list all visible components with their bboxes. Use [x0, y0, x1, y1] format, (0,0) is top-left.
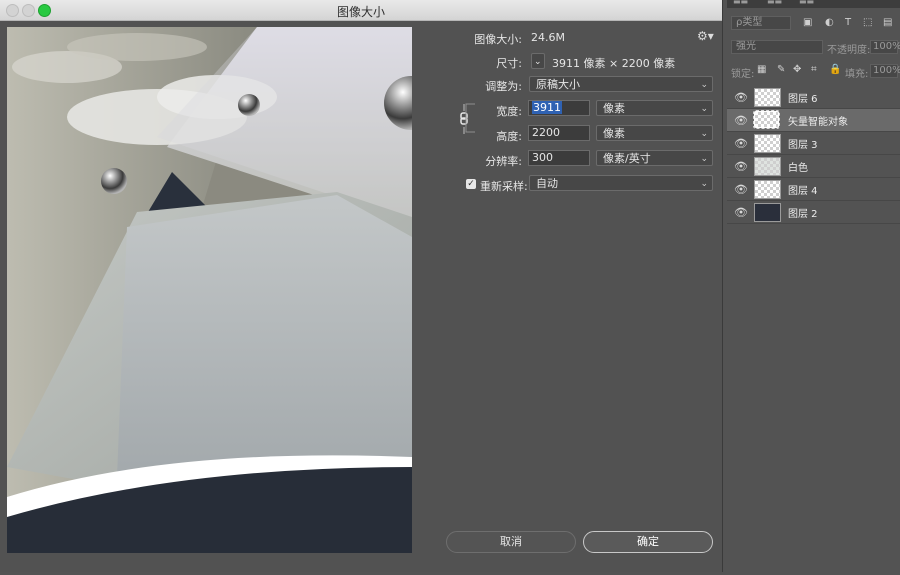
layer-name: 矢量智能对象: [788, 117, 848, 128]
layer-row[interactable]: 👁 图层 2: [727, 201, 900, 224]
image-size-value: 24.6M: [531, 31, 565, 44]
layer-row[interactable]: 👁 图层 4: [727, 178, 900, 201]
dimensions-value: 3911 像素 × 2200 像素: [552, 57, 676, 70]
lock-position-icon[interactable]: ✥: [793, 64, 801, 75]
dimensions-unit-dropdown[interactable]: ⌄: [531, 53, 545, 69]
image-preview[interactable]: [7, 27, 412, 553]
layer-filter-select[interactable]: ρ类型: [731, 16, 791, 30]
eye-icon[interactable]: 👁: [734, 183, 748, 196]
height-value: 2200: [532, 126, 560, 139]
settings-gear-icon[interactable]: ⚙▾: [697, 29, 714, 43]
resample-select[interactable]: 自动 ⌄: [529, 175, 713, 191]
blend-mode-select[interactable]: 强光: [731, 40, 823, 54]
layer-filter-value: ρ类型: [736, 17, 763, 28]
resolution-unit-select[interactable]: 像素/英寸 ⌄: [596, 150, 713, 166]
panel-tabs: ▬▬ ▬▬ ▬▬: [727, 0, 900, 8]
tab-channels[interactable]: ▬▬: [767, 0, 782, 6]
dialog-titlebar: 图像大小: [0, 0, 722, 21]
layer-thumbnail: [754, 157, 781, 176]
resolution-input[interactable]: 300: [528, 150, 590, 166]
fit-to-select[interactable]: 原稿大小 ⌄: [529, 76, 713, 92]
width-unit-select[interactable]: 像素 ⌄: [596, 100, 713, 116]
resolution-value: 300: [532, 151, 553, 164]
smart-object-filter-icon[interactable]: ▤: [883, 17, 892, 28]
preview-artwork: [7, 27, 412, 553]
eye-icon[interactable]: 👁: [734, 206, 748, 219]
layer-name: 图层 6: [788, 94, 818, 105]
eye-icon[interactable]: 👁: [734, 160, 748, 173]
layers-panel: ▬▬ ▬▬ ▬▬ ρ类型 ▣ ◐ T ⬚ ▤ 强光 不透明度: 100% 锁定:…: [727, 0, 900, 575]
eye-icon[interactable]: 👁: [734, 91, 748, 104]
lock-image-pixels-icon[interactable]: ✎: [777, 64, 785, 75]
layer-name: 图层 4: [788, 186, 818, 197]
height-input[interactable]: 2200: [528, 125, 590, 141]
lock-label: 锁定:: [731, 69, 755, 80]
layer-row[interactable]: 👁 白色: [727, 155, 900, 178]
image-size-label: 图像大小:: [474, 33, 522, 46]
adjustment-filter-icon[interactable]: ◐: [825, 17, 834, 28]
opacity-label: 不透明度:: [827, 45, 871, 56]
image-filter-icon[interactable]: ▣: [803, 17, 812, 28]
resample-value: 自动: [536, 177, 558, 190]
layer-thumbnail: [754, 134, 781, 153]
width-value: 3911: [532, 101, 562, 114]
height-label: 高度:: [496, 130, 522, 143]
height-unit-select[interactable]: 像素 ⌄: [596, 125, 713, 141]
lock-transparent-pixels-icon[interactable]: ▦: [757, 64, 766, 75]
fit-to-label: 调整为:: [485, 80, 522, 93]
eye-icon[interactable]: 👁: [734, 137, 748, 150]
chevron-down-icon: ⌄: [700, 104, 708, 114]
chevron-down-icon: ⌄: [700, 80, 708, 90]
resolution-unit-value: 像素/英寸: [603, 152, 651, 165]
dimensions-label: 尺寸:: [496, 57, 522, 70]
fill-input[interactable]: 100%: [870, 64, 900, 78]
opacity-value: 100%: [873, 41, 900, 52]
opacity-input[interactable]: 100%: [870, 40, 900, 54]
dialog-title: 图像大小: [336, 5, 385, 19]
layer-thumbnail: [754, 88, 781, 107]
shape-filter-icon[interactable]: ⬚: [863, 17, 872, 28]
resample-label: 重新采样:: [480, 180, 528, 193]
resolution-label: 分辨率:: [485, 155, 522, 168]
layer-name: 图层 3: [788, 140, 818, 151]
chevron-down-icon: ⌄: [700, 154, 708, 164]
chevron-down-icon: ⌄: [700, 179, 708, 189]
lock-all-icon[interactable]: 🔒: [829, 64, 841, 75]
lock-artboard-icon[interactable]: ⌗: [811, 64, 817, 75]
layer-name: 白色: [788, 163, 808, 174]
type-filter-icon[interactable]: T: [845, 17, 851, 28]
ok-button[interactable]: 确定: [583, 531, 713, 553]
tab-layers[interactable]: ▬▬: [733, 0, 748, 6]
layer-thumbnail: [753, 110, 780, 129]
width-unit-value: 像素: [603, 102, 625, 115]
layer-thumbnail: [754, 203, 781, 222]
image-size-dialog: 图像大小 图像大小: 24.6M ⚙▾ 尺寸: ⌄ 3911 像素 × 2200…: [0, 0, 723, 572]
fill-label: 填充:: [845, 69, 869, 80]
layer-row[interactable]: 👁 矢量智能对象: [727, 109, 900, 132]
width-input[interactable]: 3911: [528, 100, 590, 116]
eye-icon[interactable]: 👁: [734, 114, 748, 127]
width-label: 宽度:: [496, 105, 522, 118]
fit-to-value: 原稿大小: [536, 78, 580, 91]
height-unit-value: 像素: [603, 127, 625, 140]
layer-name: 图层 2: [788, 209, 818, 220]
layer-thumbnail: [754, 180, 781, 199]
blend-mode-value: 强光: [736, 41, 756, 52]
layer-row[interactable]: 👁 图层 3: [727, 132, 900, 155]
chevron-down-icon: ⌄: [700, 129, 708, 139]
tab-paths[interactable]: ▬▬: [799, 0, 814, 6]
resample-checkbox[interactable]: ✓: [466, 179, 476, 189]
fill-value: 100%: [873, 65, 900, 76]
layer-row[interactable]: 👁 图层 6: [727, 86, 900, 109]
cancel-button[interactable]: 取消: [446, 531, 576, 553]
